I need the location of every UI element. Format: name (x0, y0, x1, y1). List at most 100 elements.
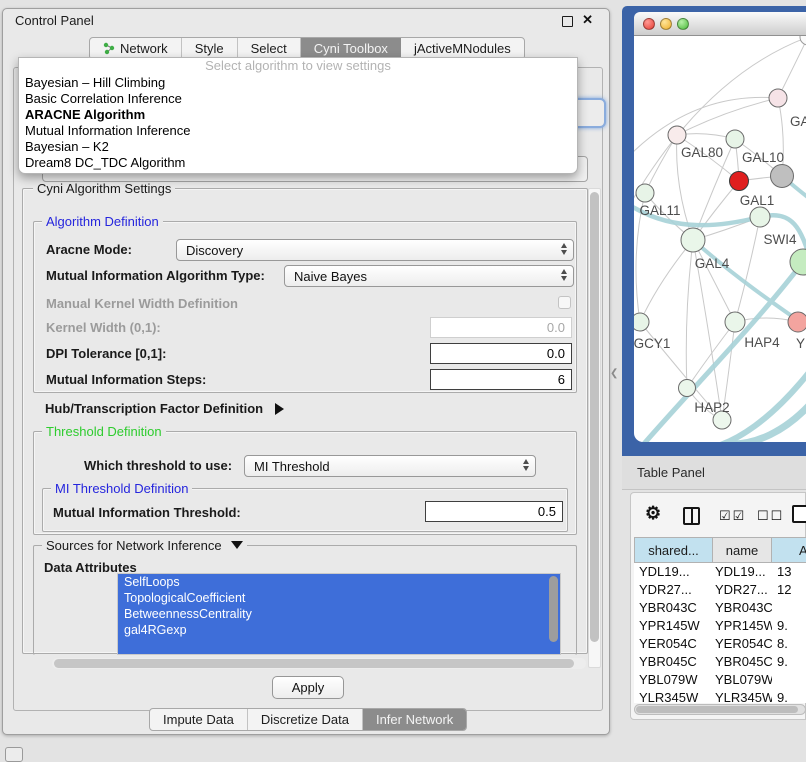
table-row[interactable]: YLR345W YLR345W 9. (634, 689, 806, 703)
float-panel-icon[interactable] (562, 16, 573, 27)
dropdown-item[interactable]: Bayesian – K2 (19, 139, 577, 155)
table-panel-headerbar: Table Panel (622, 456, 806, 490)
table-row[interactable]: YBR045C YBR045C 9. (634, 653, 806, 671)
apply-button[interactable]: Apply (272, 676, 344, 699)
node-gal80[interactable] (668, 126, 686, 144)
list-item-partial (118, 638, 560, 654)
tab-select[interactable]: Select (238, 38, 301, 59)
sources-group-title[interactable]: Sources for Network Inference (42, 538, 247, 553)
settings-horizontal-scrollbar[interactable] (52, 658, 586, 669)
dropdown-item[interactable]: Bayesian – Hill Climbing (19, 75, 577, 91)
zoom-traffic-light[interactable] (677, 18, 689, 30)
node-gal4[interactable] (681, 228, 705, 252)
which-threshold-label: Which threshold to use: (84, 458, 232, 473)
node-gray[interactable] (771, 165, 794, 188)
network-window-titlebar[interactable] (634, 12, 806, 36)
node-gal1[interactable] (730, 172, 749, 191)
node-label: HAP4 (744, 335, 780, 350)
mi-steps-field[interactable]: 6 (430, 369, 572, 390)
table-row[interactable]: YDL19... YDL19... 13 (634, 563, 806, 581)
list-item[interactable]: TopologicalCoefficient (118, 590, 560, 606)
node-gal11[interactable] (636, 184, 654, 202)
aracne-mode-combo[interactable]: Discovery (176, 239, 574, 261)
document-icon[interactable] (792, 505, 806, 523)
table-panel-body: ⚙ ☑☑ ☐☐ shared... name A YDL19... YDL19.… (630, 492, 806, 720)
tab-discretize-data[interactable]: Discretize Data (248, 709, 363, 730)
column-header-name[interactable]: name (713, 537, 772, 563)
tab-impute-data[interactable]: Impute Data (150, 709, 248, 730)
threshold-definition-group: Threshold Definition Which threshold to … (33, 431, 577, 535)
node-unlabeled[interactable] (800, 36, 806, 45)
table-row[interactable]: YDR27... YDR27... 12 (634, 581, 806, 599)
deselect-all-checkboxes-icon[interactable]: ☐☐ (757, 508, 784, 524)
mi-type-label: Mutual Information Algorithm Type: (46, 268, 265, 283)
hub-definition-expander[interactable]: Hub/Transcription Factor Definition (45, 401, 284, 416)
mi-steps-label: Mutual Information Steps: (46, 372, 206, 387)
node-hap4[interactable] (725, 312, 745, 332)
gear-icon[interactable]: ⚙ (645, 503, 661, 524)
scrollbar-thumb[interactable] (590, 192, 599, 642)
table-panel-title: Table Panel (637, 465, 705, 480)
mi-threshold-field[interactable]: 0.5 (425, 501, 563, 522)
expander-down-arrow-icon (231, 541, 243, 549)
node-gcy1[interactable] (634, 313, 649, 331)
manual-kernel-checkbox[interactable] (558, 296, 571, 309)
node-label: GAL1 (740, 193, 775, 208)
table-row[interactable]: YBR043C YBR043C (634, 599, 806, 617)
tab-style[interactable]: Style (182, 38, 238, 59)
node-swi4[interactable] (750, 207, 770, 227)
list-item[interactable]: BetweennessCentrality (118, 606, 560, 622)
mi-type-combo[interactable]: Naive Bayes (284, 265, 574, 287)
settings-vertical-scrollbar[interactable] (588, 188, 601, 668)
column-header-shared-name[interactable]: shared... (634, 537, 713, 563)
node-green-large[interactable] (790, 249, 806, 275)
table-horizontal-scrollbar[interactable] (634, 704, 806, 715)
which-threshold-combo[interactable]: MI Threshold (244, 455, 536, 477)
tab-infer-network[interactable]: Infer Network (363, 709, 466, 730)
list-item[interactable]: gal4RGexp (118, 622, 560, 638)
node-labels: GAL GAL80 GAL10 GAL1 GAL11 SWI4 GAL4 GCY… (634, 114, 806, 415)
table-row[interactable]: YBL079W YBL079W (634, 671, 806, 689)
dropdown-item[interactable]: Mutual Information Inference (19, 123, 577, 139)
node-table: shared... name A YDL19... YDL19... 13 YD… (634, 537, 806, 703)
tab-jactivemnodules[interactable]: jActiveMNodules (401, 38, 524, 59)
manual-kernel-label: Manual Kernel Width Definition (46, 296, 238, 311)
minimized-panel-icon[interactable] (5, 747, 23, 762)
column-layout-icon[interactable] (683, 507, 700, 525)
node-label: GCY1 (634, 336, 670, 351)
close-traffic-light[interactable] (643, 18, 655, 30)
combo-arrows-icon (561, 243, 567, 255)
kernel-width-field[interactable]: 0.0 (430, 317, 572, 338)
column-header-partial[interactable]: A (772, 537, 806, 563)
table-row[interactable]: YER054C YER054C 8. (634, 635, 806, 653)
splitter-handle[interactable]: ❮ (610, 368, 618, 379)
node-label: GAL80 (681, 145, 723, 160)
tab-network[interactable]: Network (90, 38, 182, 59)
minimize-traffic-light[interactable] (660, 18, 672, 30)
network-canvas[interactable]: GAL GAL80 GAL10 GAL1 GAL11 SWI4 GAL4 GCY… (634, 36, 806, 442)
scrollbar-thumb[interactable] (636, 706, 798, 713)
tab-cyni-toolbox[interactable]: Cyni Toolbox (301, 38, 401, 59)
node-label: GAL11 (639, 203, 680, 218)
node-gal10[interactable] (726, 130, 744, 148)
table-row[interactable]: YPR145W YPR145W 9. (634, 617, 806, 635)
node-label: GAL4 (695, 256, 730, 271)
close-icon[interactable]: ✕ (582, 12, 593, 28)
list-vertical-scrollbar[interactable] (549, 576, 558, 642)
node-salmon[interactable] (788, 312, 806, 332)
mi-threshold-definition-title: MI Threshold Definition (51, 481, 192, 496)
list-item[interactable]: SelfLoops (118, 574, 560, 590)
dpi-tolerance-label: DPI Tolerance [0,1]: (46, 346, 166, 361)
dropdown-item-selected[interactable]: ARACNE Algorithm (19, 107, 577, 123)
data-attributes-list[interactable]: SelfLoops TopologicalCoefficient Between… (117, 573, 561, 655)
node-hap2[interactable] (679, 380, 696, 397)
dropdown-item[interactable]: Basic Correlation Inference (19, 91, 577, 107)
threshold-definition-title: Threshold Definition (42, 424, 166, 439)
dropdown-item[interactable]: Dream8 DC_TDC Algorithm (19, 155, 577, 171)
cyni-algorithm-settings-group: Cyni Algorithm Settings Algorithm Defini… (22, 188, 588, 654)
node-gal[interactable] (769, 89, 787, 107)
select-all-checkboxes-icon[interactable]: ☑☑ (719, 508, 746, 524)
control-panel-title: Control Panel (15, 13, 94, 28)
scrollbar-thumb[interactable] (54, 659, 574, 668)
dpi-tolerance-field[interactable]: 0.0 (430, 343, 572, 364)
